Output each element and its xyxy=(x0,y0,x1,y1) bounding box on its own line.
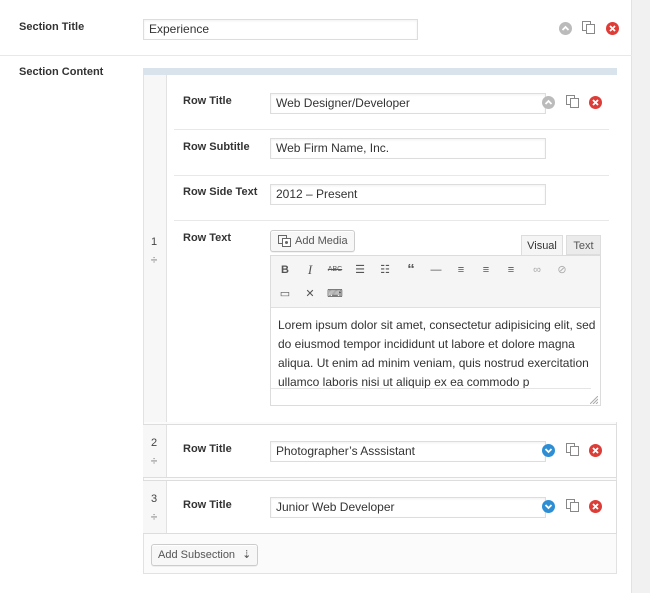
row-text-label: Row Text xyxy=(183,232,232,244)
row-number: 1 xyxy=(150,236,158,248)
section-title-input[interactable]: Experience xyxy=(143,19,418,40)
section-title-label: Section Title xyxy=(19,21,85,33)
keyboard-icon[interactable]: ⌨ xyxy=(327,286,343,302)
divider xyxy=(174,175,609,176)
repeater-header-band xyxy=(143,68,617,75)
row-number: 2 xyxy=(150,437,158,449)
row-subtitle-label: Row Subtitle xyxy=(183,141,250,153)
read-more-icon[interactable]: ▭ xyxy=(277,286,293,302)
duplicate-icon[interactable] xyxy=(582,21,595,34)
row-title-input[interactable]: Web Designer/Developer xyxy=(270,93,546,114)
delete-icon[interactable] xyxy=(589,444,602,457)
numbered-list-icon[interactable]: ☷ xyxy=(377,262,393,278)
arrow-down-icon: ⇣ xyxy=(242,549,252,561)
add-media-button[interactable]: Add Media xyxy=(270,230,355,252)
link-icon[interactable]: ∞ xyxy=(529,262,545,278)
row-handle[interactable] xyxy=(143,481,166,533)
duplicate-icon[interactable] xyxy=(566,499,579,512)
expand-icon[interactable] xyxy=(542,500,555,513)
align-center-icon[interactable]: ≡ xyxy=(478,262,494,278)
align-left-icon[interactable]: ≡ xyxy=(453,262,469,278)
row-number: 3 xyxy=(150,493,158,505)
tab-text[interactable]: Text xyxy=(566,235,601,255)
fullscreen-icon[interactable]: ✕ xyxy=(302,286,318,302)
bold-icon[interactable]: B xyxy=(277,262,293,278)
media-icon xyxy=(278,235,291,247)
italic-icon[interactable]: I xyxy=(302,262,318,278)
section-content-label: Section Content xyxy=(19,66,104,78)
sort-handle-icon[interactable]: ÷ xyxy=(148,253,160,267)
delete-icon[interactable] xyxy=(606,22,619,35)
strikethrough-icon[interactable]: ABC xyxy=(327,262,343,278)
align-right-icon[interactable]: ≡ xyxy=(503,262,519,278)
divider xyxy=(0,55,632,56)
row-side-text-input[interactable]: 2012 – Present xyxy=(270,184,546,205)
row-title-label: Row Title xyxy=(183,443,232,455)
blockquote-icon[interactable]: “ xyxy=(403,262,419,278)
delete-icon[interactable] xyxy=(589,500,602,513)
repeater-panel: Section Title Experience Section Content… xyxy=(0,0,632,593)
resize-handle-icon[interactable] xyxy=(590,396,598,404)
sort-handle-icon[interactable]: ÷ xyxy=(148,454,160,468)
divider xyxy=(166,425,167,477)
scroll-edge xyxy=(271,388,591,389)
row-subtitle-input[interactable]: Web Firm Name, Inc. xyxy=(270,138,546,159)
row-handle[interactable] xyxy=(143,425,166,477)
divider xyxy=(166,481,167,533)
divider xyxy=(174,129,609,130)
row-title-label: Row Title xyxy=(183,499,232,511)
unlink-icon[interactable]: ⊘ xyxy=(554,262,570,278)
delete-icon[interactable] xyxy=(589,96,602,109)
bullet-list-icon[interactable]: ☰ xyxy=(352,262,368,278)
divider xyxy=(174,220,609,221)
row-side-text-label: Row Side Text xyxy=(183,186,258,198)
duplicate-icon[interactable] xyxy=(566,95,579,108)
horizontal-rule-icon[interactable]: — xyxy=(428,262,444,278)
tab-visual[interactable]: Visual xyxy=(521,235,563,256)
expand-icon[interactable] xyxy=(542,444,555,457)
add-subsection-button[interactable]: Add Subsection ⇣ xyxy=(151,544,259,566)
row-title-label: Row Title xyxy=(183,95,232,107)
add-media-label: Add Media xyxy=(295,235,348,247)
duplicate-icon[interactable] xyxy=(566,443,579,456)
collapse-icon[interactable] xyxy=(542,96,555,109)
collapse-icon[interactable] xyxy=(559,22,572,35)
add-subsection-label: Add Subsection xyxy=(158,549,236,561)
row-handle[interactable] xyxy=(143,75,166,422)
row-title-input[interactable]: Junior Web Developer xyxy=(270,497,546,518)
row-title-input[interactable]: Photographer’s Asssistant xyxy=(270,441,546,462)
sort-handle-icon[interactable]: ÷ xyxy=(148,510,160,524)
